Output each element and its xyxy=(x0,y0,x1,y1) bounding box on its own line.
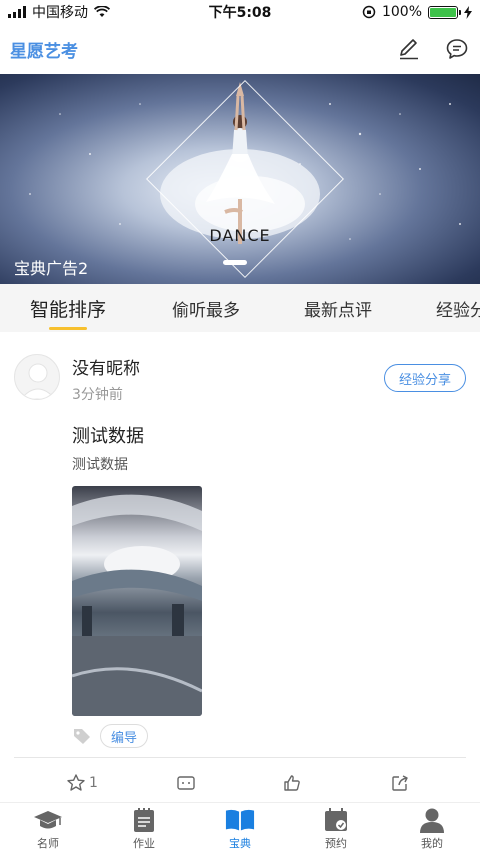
pencil-icon[interactable] xyxy=(396,36,422,62)
calendar-check-icon xyxy=(321,807,351,833)
star-count: 1 xyxy=(89,775,98,791)
tag-icon xyxy=(74,729,90,744)
battery-icon xyxy=(428,5,461,19)
post-image[interactable] xyxy=(72,486,202,716)
battery-percent: 100% xyxy=(381,4,422,20)
app-title: 星愿艺考 xyxy=(10,41,78,62)
tabbar-item-teachers[interactable]: 名师 xyxy=(0,803,96,854)
carousel-indicator xyxy=(223,260,247,265)
orientation-lock-icon xyxy=(362,5,376,19)
carrier-label: 中国移动 xyxy=(32,5,88,21)
tab-experience[interactable]: 经验分 xyxy=(436,284,480,332)
status-bar: 中国移动 下午5:08 100% xyxy=(0,0,480,24)
tag-chip[interactable]: 编导 xyxy=(100,724,149,748)
avatar[interactable] xyxy=(14,354,60,400)
app-header: 星愿艺考 xyxy=(0,24,480,74)
post-title: 测试数据 xyxy=(72,426,144,447)
tab-smart-sort[interactable]: 智能排序 xyxy=(30,284,106,332)
signal-icon xyxy=(8,6,26,18)
graduation-cap-icon xyxy=(33,807,63,833)
post-time: 3分钟前 xyxy=(72,387,123,403)
share-action[interactable] xyxy=(390,773,410,793)
sort-tabs: 智能排序 偷听最多 最新点评 经验分 xyxy=(0,284,480,332)
tab-most-listened[interactable]: 偷听最多 xyxy=(172,284,240,332)
post-card[interactable]: 没有昵称 3分钟前 经验分享 测试数据 测试数据 编导 1 xyxy=(0,332,480,802)
share-icon xyxy=(392,775,408,791)
open-book-icon xyxy=(225,807,255,833)
tabbar-item-homework[interactable]: 作业 xyxy=(96,803,192,854)
person-icon xyxy=(417,807,447,833)
author-name[interactable]: 没有昵称 xyxy=(72,354,140,379)
comment-action[interactable] xyxy=(176,773,196,793)
banner-carousel[interactable]: DANCE 宝典广告2 xyxy=(0,74,480,284)
tabbar-item-profile[interactable]: 我的 xyxy=(384,803,480,854)
bottom-tab-bar: 名师 作业 宝典 预约 我的 xyxy=(0,802,480,854)
tabbar-item-booking[interactable]: 预约 xyxy=(288,803,384,854)
post-body: 测试数据 xyxy=(72,457,128,473)
star-action[interactable]: 1 xyxy=(66,773,98,793)
chat-bubble-icon[interactable] xyxy=(444,36,470,62)
like-action[interactable] xyxy=(282,773,302,793)
comment-icon xyxy=(177,776,195,790)
star-icon xyxy=(67,774,85,791)
thumbs-up-icon xyxy=(284,775,300,791)
banner-caption: DANCE xyxy=(209,226,271,245)
action-row: 1 xyxy=(0,768,480,798)
banner-label: 宝典广告2 xyxy=(14,259,89,278)
divider xyxy=(14,757,466,758)
charging-icon xyxy=(464,5,472,19)
notepad-icon xyxy=(129,807,159,833)
tab-latest-review[interactable]: 最新点评 xyxy=(304,284,372,332)
tabbar-item-guide[interactable]: 宝典 xyxy=(192,803,288,854)
category-button[interactable]: 经验分享 xyxy=(383,364,466,392)
wifi-icon xyxy=(94,6,110,17)
